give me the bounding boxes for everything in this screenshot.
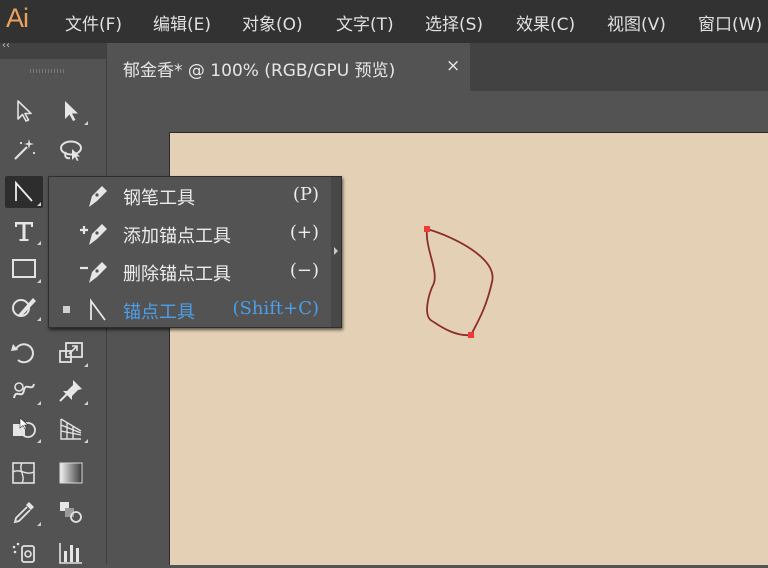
close-icon[interactable]: × — [446, 56, 460, 76]
delete-anchor-point-icon — [80, 262, 107, 283]
column-graph-tool[interactable] — [52, 536, 90, 568]
tools-panel-header[interactable]: ‹‹ — [0, 40, 106, 59]
flyout-item-pen[interactable]: 钢笔工具 (P) — [49, 177, 329, 215]
direct-selection-tool[interactable] — [52, 95, 90, 127]
pin-icon — [59, 380, 82, 402]
flyout-shortcut: (P) — [292, 184, 319, 205]
pen-icon — [89, 186, 107, 207]
more-tools-indicator — [37, 241, 41, 245]
tearoff-arrow-icon — [334, 247, 338, 255]
rotate-tool[interactable] — [5, 337, 43, 369]
symbol-sprayer-tool[interactable] — [5, 536, 43, 568]
perspective-grid-icon — [60, 418, 82, 440]
lasso-icon — [60, 140, 82, 161]
scale-tool[interactable] — [52, 337, 90, 369]
anchor-point-icon — [15, 180, 33, 202]
blend-tool[interactable] — [52, 496, 90, 528]
gradient-icon — [59, 462, 83, 484]
menu-file[interactable]: 文件(F) — [65, 10, 122, 35]
scale-icon — [59, 342, 83, 363]
menu-window[interactable]: 窗口(W) — [698, 10, 762, 35]
anchor-point-tool[interactable] — [5, 176, 43, 208]
petal-path — [425, 227, 494, 336]
anchor-point-icon — [90, 298, 106, 321]
more-tools-indicator — [37, 439, 41, 443]
more-tools-indicator — [37, 522, 41, 526]
shaper-icon — [12, 298, 36, 317]
anchor-point — [468, 332, 474, 338]
more-tools-indicator — [84, 401, 88, 405]
warp-icon — [13, 382, 35, 399]
flyout-label: 锚点工具 — [123, 302, 195, 323]
flyout-label: 添加锚点工具 — [123, 226, 231, 247]
rectangle-tool[interactable] — [5, 253, 43, 285]
more-tools-indicator — [84, 363, 88, 367]
eyedropper-tool[interactable] — [5, 496, 43, 528]
more-tools-indicator — [37, 317, 41, 321]
flyout-item-add-anchor[interactable]: 添加锚点工具 (+) — [49, 215, 329, 253]
arrow-outline-icon — [17, 100, 32, 122]
flyout-item-anchor-point[interactable]: 锚点工具 (Shift+C) — [49, 291, 329, 329]
pen-tools-flyout: 钢笔工具 (P) 添加锚点工具 (+) 删除锚点工具 (−) 锚点工具 (Shi… — [48, 176, 342, 328]
arrow-filled-icon — [65, 101, 78, 121]
flyout-label: 删除锚点工具 — [123, 264, 231, 285]
shaper-tool[interactable] — [5, 291, 43, 323]
type-icon — [15, 222, 33, 241]
more-tools-indicator — [37, 401, 41, 405]
type-tool[interactable] — [5, 215, 43, 247]
menu-type[interactable]: 文字(T) — [336, 10, 394, 35]
shape-builder-tool[interactable] — [5, 413, 43, 445]
more-tools-indicator — [37, 279, 41, 283]
magic-wand-tool[interactable] — [5, 134, 43, 166]
warp-tool[interactable] — [5, 375, 43, 407]
tearoff-button[interactable] — [331, 177, 341, 327]
collapse-panel-icon[interactable]: ‹‹ — [2, 40, 10, 51]
more-tools-indicator — [37, 202, 41, 206]
app-logo: Ai — [6, 3, 29, 33]
symbol-sprayer-icon — [12, 542, 35, 563]
document-tab-bar: 郁金香* @ 100% (RGB/GPU 预览) × — [107, 43, 768, 91]
magic-wand-icon — [14, 139, 36, 160]
flyout-shortcut: (+) — [289, 222, 319, 243]
rotate-icon — [11, 343, 34, 364]
menu-select[interactable]: 选择(S) — [425, 10, 483, 35]
perspective-grid-tool[interactable] — [52, 413, 90, 445]
puppet-warp-tool[interactable] — [52, 375, 90, 407]
document-tab[interactable]: 郁金香* @ 100% (RGB/GPU 预览) × — [107, 43, 470, 91]
anchor-point — [424, 226, 430, 232]
add-anchor-point-icon — [80, 224, 107, 245]
eyedropper-icon — [13, 502, 34, 524]
flyout-label: 钢笔工具 — [123, 188, 195, 209]
menu-effect[interactable]: 效果(C) — [516, 10, 575, 35]
document-title: 郁金香* @ 100% (RGB/GPU 预览) — [123, 61, 396, 81]
lasso-tool[interactable] — [52, 134, 90, 166]
flyout-shortcut: (Shift+C) — [232, 298, 319, 319]
menu-bar: Ai 文件(F) 编辑(E) 对象(O) 文字(T) 选择(S) 效果(C) 视… — [0, 0, 768, 43]
menu-object[interactable]: 对象(O) — [242, 10, 303, 35]
menu-edit[interactable]: 编辑(E) — [153, 10, 211, 35]
menu-view[interactable]: 视图(V) — [607, 10, 666, 35]
selection-tool[interactable] — [5, 95, 43, 127]
flyout-shortcut: (−) — [289, 260, 319, 281]
column-graph-icon — [59, 543, 82, 564]
more-tools-indicator — [84, 121, 88, 125]
mesh-tool[interactable] — [5, 457, 43, 489]
more-tools-indicator — [84, 439, 88, 443]
panel-grip[interactable] — [30, 69, 64, 73]
flyout-item-delete-anchor[interactable]: 删除锚点工具 (−) — [49, 253, 329, 291]
rectangle-icon — [12, 259, 36, 278]
blend-icon — [60, 502, 82, 523]
gradient-tool[interactable] — [52, 457, 90, 489]
mesh-icon — [12, 462, 35, 484]
selected-indicator — [63, 306, 70, 313]
shape-builder-icon — [13, 417, 36, 438]
